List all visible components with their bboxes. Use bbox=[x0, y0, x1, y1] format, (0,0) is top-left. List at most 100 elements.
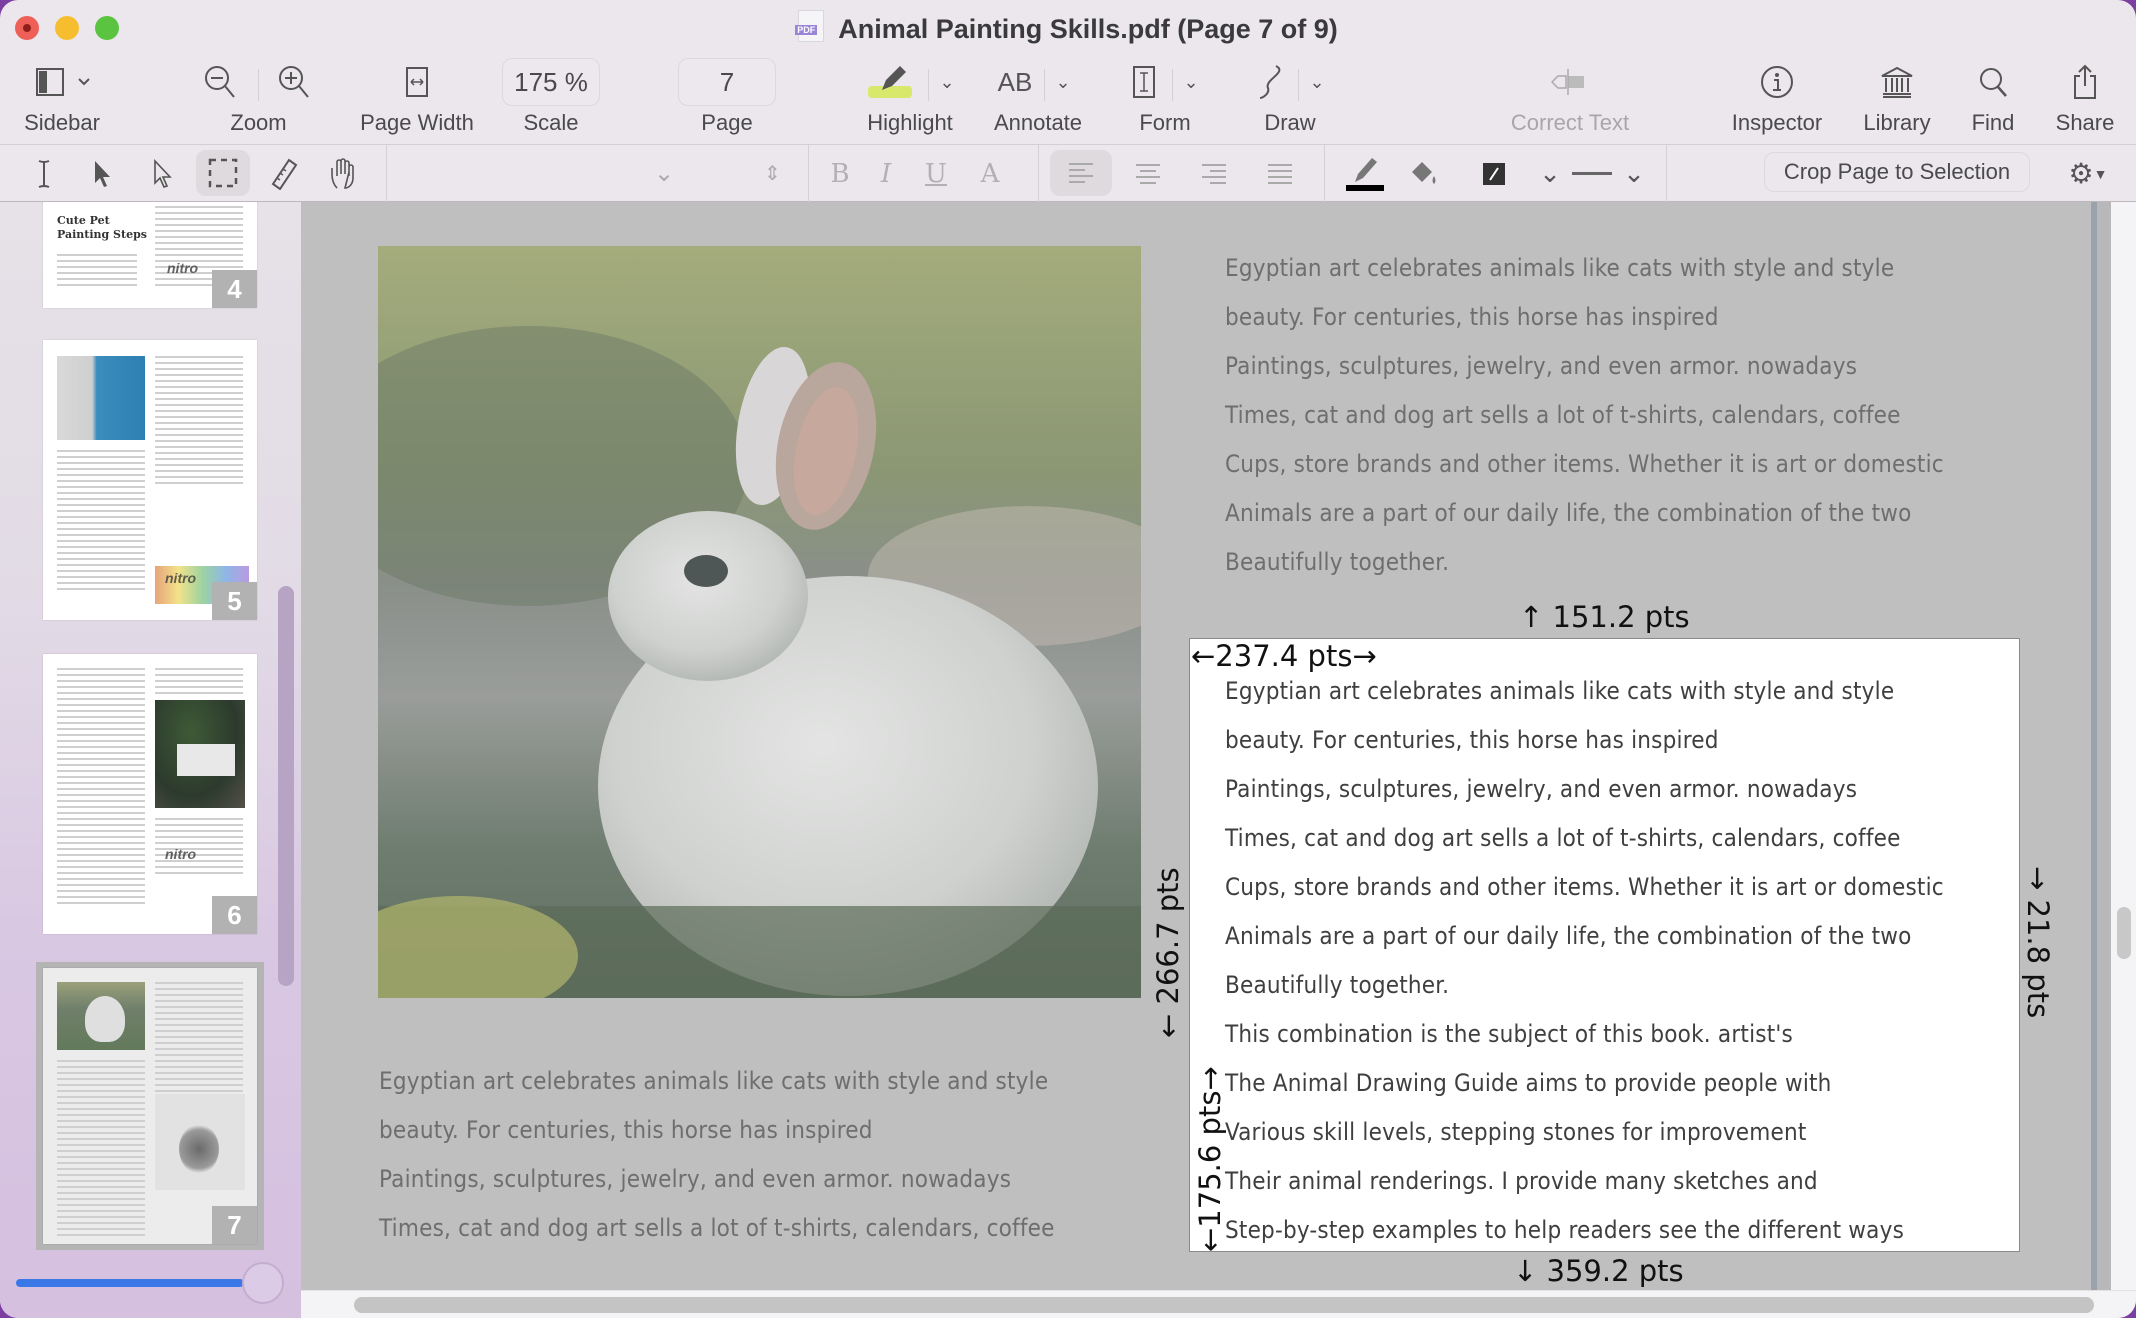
document-view[interactable]: Egyptian art celebrates animals like cat… bbox=[301, 202, 2136, 1292]
page-label: Page bbox=[701, 110, 753, 135]
page-number-field[interactable]: 7 bbox=[678, 58, 776, 106]
thumbnail-size-slider-track[interactable] bbox=[16, 1279, 244, 1287]
draw-button[interactable]: ⌄ Draw bbox=[1250, 55, 1330, 145]
search-icon bbox=[1973, 61, 2013, 103]
line-style-icon[interactable] bbox=[1570, 145, 1614, 202]
nitro-watermark: nitro bbox=[165, 570, 197, 586]
form-field-icon bbox=[1126, 61, 1162, 103]
measure-selection-height: ←175.6 pts→ bbox=[1193, 1066, 1227, 1252]
thumbnail-image-rabbit-sketch bbox=[155, 1094, 245, 1190]
thumbnail-size-slider-thumb[interactable] bbox=[242, 1262, 284, 1304]
text-line: beauty. For centuries, this horse has in… bbox=[1225, 726, 1719, 754]
border-style-icon[interactable] bbox=[1476, 145, 1512, 202]
border-style-chevron-icon[interactable]: ⌄ bbox=[1536, 145, 1564, 202]
crop-page-to-selection-button[interactable]: Crop Page to Selection bbox=[1764, 152, 2030, 192]
form-button[interactable]: ⌄ Form bbox=[1120, 55, 1210, 145]
page-width-icon bbox=[396, 61, 438, 103]
text-line: Egyptian art celebrates animals like cat… bbox=[379, 1067, 1049, 1095]
underline-button[interactable]: U bbox=[916, 145, 956, 202]
line-style-chevron-icon[interactable]: ⌄ bbox=[1620, 145, 1648, 202]
vertical-scrollbar-thumb[interactable] bbox=[2117, 907, 2131, 959]
font-size-stepper-icon[interactable]: ⇕ bbox=[764, 161, 781, 186]
text-line: Times, cat and dog art sells a lot of t-… bbox=[1225, 401, 1901, 429]
horizontal-scrollbar-thumb[interactable] bbox=[354, 1297, 2094, 1313]
align-right-button[interactable] bbox=[1194, 145, 1234, 202]
thumbnail-image-sketchbook bbox=[155, 700, 245, 808]
measure-left-distance: ← 266.7 pts bbox=[1151, 867, 1185, 1038]
share-label: Share bbox=[2055, 110, 2115, 135]
thumbnail-page-5[interactable]: nitro 5 bbox=[43, 340, 257, 620]
rectangular-selection-tool-icon[interactable] bbox=[196, 150, 250, 196]
align-left-button[interactable] bbox=[1050, 150, 1112, 196]
thumbnail-sidebar: Cute Pet Painting Steps nitro 4 nitro 5 … bbox=[0, 202, 301, 1318]
text-line: Beautifully together. bbox=[1225, 971, 1450, 999]
library-label: Library bbox=[1863, 110, 1931, 135]
text-selection-tool-icon[interactable] bbox=[26, 145, 62, 202]
justify-button[interactable] bbox=[1260, 145, 1300, 202]
vertical-scrollbar-track[interactable] bbox=[2111, 202, 2136, 1292]
select-pointer-tool-icon[interactable] bbox=[144, 145, 180, 202]
italic-button[interactable]: I bbox=[866, 145, 906, 202]
inspector-button[interactable]: Inspector bbox=[1724, 55, 1830, 145]
window-title: Animal Painting Skills.pdf (Page 7 of 9) bbox=[838, 14, 1338, 44]
hand-tool-icon[interactable] bbox=[322, 145, 364, 202]
zoom-in-icon[interactable] bbox=[274, 61, 314, 103]
thumbnail-page-4[interactable]: Cute Pet Painting Steps nitro 4 bbox=[43, 202, 257, 308]
right-column-paragraph: Egyptian art celebrates animals like cat… bbox=[1225, 244, 1944, 587]
text-line: The Animal Drawing Guide aims to provide… bbox=[1225, 1069, 1832, 1097]
measure-selection-width: ←237.4 pts→ bbox=[1191, 639, 1377, 673]
text-line: Egyptian art celebrates animals like cat… bbox=[1225, 677, 1895, 705]
window-title-container: PDF Animal Painting Skills.pdf (Page 7 of… bbox=[0, 10, 2136, 45]
draw-squiggle-icon bbox=[1254, 61, 1290, 103]
text-line: Paintings, sculptures, jewelry, and even… bbox=[1225, 352, 1858, 380]
highlight-label: Highlight bbox=[867, 110, 953, 135]
text-line: Paintings, sculptures, jewelry, and even… bbox=[1225, 775, 1858, 803]
stroke-color-button[interactable] bbox=[1342, 145, 1388, 202]
annotate-button[interactable]: AB ⌄ Annotate bbox=[988, 55, 1088, 145]
text-style-button[interactable]: A bbox=[970, 145, 1010, 202]
highlight-menu-chevron-icon[interactable]: ⌄ bbox=[932, 61, 962, 103]
find-label: Find bbox=[1971, 110, 2015, 135]
nitro-watermark: nitro bbox=[167, 260, 199, 276]
page-control: 7 Page bbox=[678, 55, 776, 145]
find-button[interactable]: Find bbox=[1962, 55, 2024, 145]
gear-menu-icon[interactable]: ⚙ ▼ bbox=[2060, 145, 2116, 202]
highlighter-icon bbox=[862, 61, 918, 103]
measure-bottom-distance: ↓ 359.2 pts bbox=[1513, 1254, 1684, 1288]
page-width-button[interactable]: Page Width bbox=[350, 55, 484, 145]
library-building-icon bbox=[1877, 61, 1917, 103]
text-line: Various skill levels, stepping stones fo… bbox=[1225, 1118, 1807, 1146]
font-select[interactable]: ⌄ ⇕ bbox=[392, 145, 800, 202]
bold-button[interactable]: B bbox=[820, 145, 860, 202]
rabbit-photo bbox=[378, 246, 1141, 998]
thumbnail-page-6[interactable]: nitro 6 bbox=[43, 654, 257, 934]
arrow-pointer-tool-icon[interactable] bbox=[84, 145, 120, 202]
ruler-icon[interactable] bbox=[264, 145, 304, 202]
font-chevron-down-icon: ⌄ bbox=[654, 160, 675, 187]
thumbnail-page-number: 6 bbox=[212, 896, 257, 934]
align-center-button[interactable] bbox=[1128, 145, 1168, 202]
library-button[interactable]: Library bbox=[1850, 55, 1944, 145]
annotate-menu-chevron-icon[interactable]: ⌄ bbox=[1048, 61, 1078, 103]
thumbnail-page-number: 7 bbox=[212, 1206, 257, 1244]
highlight-button[interactable]: ⌄ Highlight bbox=[856, 55, 964, 145]
thumbnail-page-7[interactable]: 7 bbox=[43, 968, 257, 1244]
pdf-badge: PDF bbox=[795, 25, 818, 35]
fill-color-bucket-icon[interactable] bbox=[1404, 145, 1444, 202]
text-line: Their animal renderings. I provide many … bbox=[1225, 1167, 1818, 1195]
zoom-control: Zoom bbox=[196, 55, 321, 145]
info-icon bbox=[1757, 61, 1797, 103]
text-line: Egyptian art celebrates animals like cat… bbox=[1225, 254, 1895, 282]
draw-menu-chevron-icon[interactable]: ⌄ bbox=[1302, 61, 1332, 103]
pdf-file-icon[interactable]: PDF bbox=[795, 10, 825, 42]
sidebar-button[interactable]: Sidebar bbox=[10, 55, 114, 145]
text-line: Beautifully together. bbox=[1225, 548, 1450, 576]
scale-field[interactable]: 175 % bbox=[502, 58, 600, 106]
form-menu-chevron-icon[interactable]: ⌄ bbox=[1176, 61, 1206, 103]
share-button[interactable]: Share bbox=[2052, 55, 2118, 145]
zoom-out-icon[interactable] bbox=[200, 61, 240, 103]
selected-paragraph: Egyptian art celebrates animals like cat… bbox=[1225, 667, 1944, 1255]
sidebar-scrollbar[interactable] bbox=[278, 586, 294, 986]
correct-text-button[interactable]: Correct Text bbox=[1500, 55, 1640, 145]
text-line: Animals are a part of our daily life, th… bbox=[1225, 499, 1912, 527]
